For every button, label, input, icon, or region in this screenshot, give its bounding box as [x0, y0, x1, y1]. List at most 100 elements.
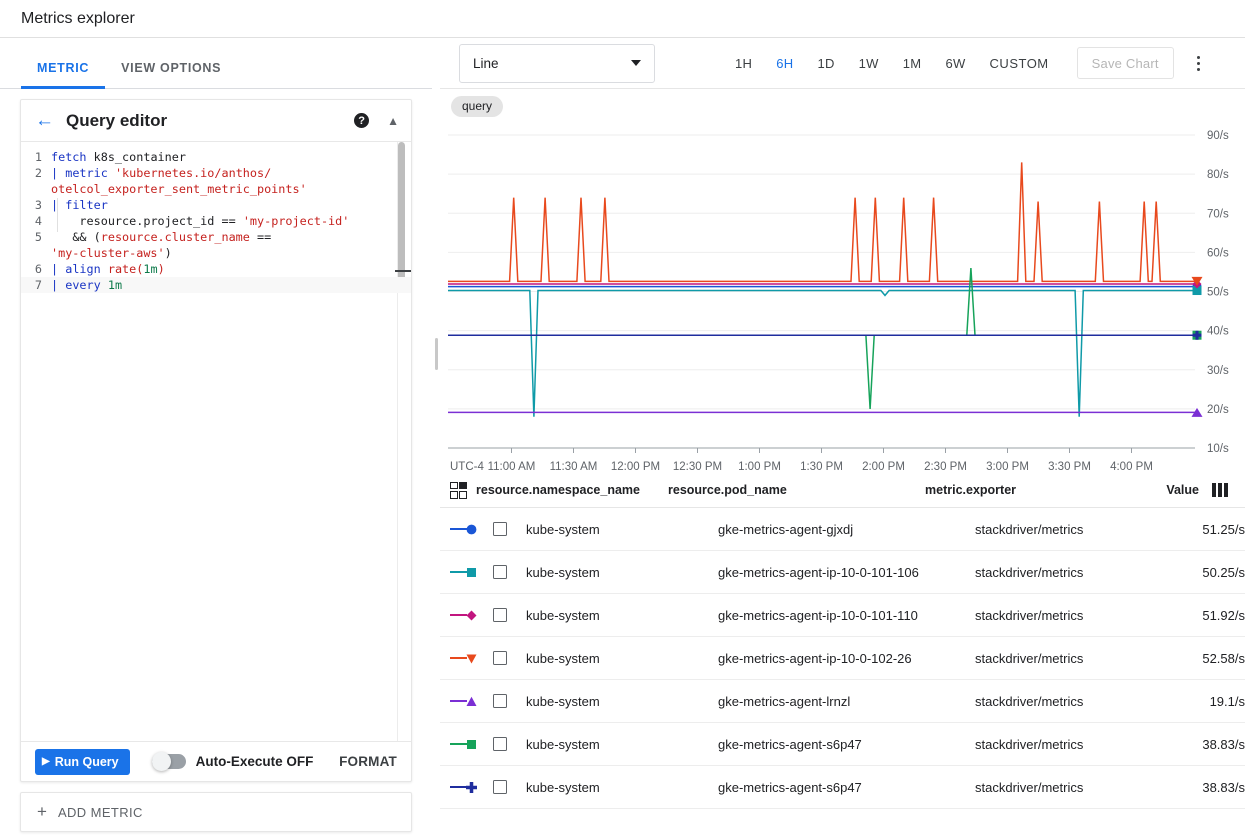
legend-line	[450, 699, 467, 703]
series-legend-swatch	[450, 524, 493, 535]
code-line: 6 | align rate(1m)	[21, 261, 411, 277]
query-chip-row: query	[440, 89, 1245, 123]
legend-line	[450, 613, 467, 617]
kebab-menu-icon[interactable]	[1190, 55, 1208, 71]
table-row[interactable]: kube-system gke-metrics-agent-ip-10-0-101…	[440, 551, 1245, 594]
tab-view-options[interactable]: VIEW OPTIONS	[105, 61, 237, 88]
table-header-value[interactable]: Value	[1089, 483, 1199, 497]
table-row[interactable]: kube-system gke-metrics-agent-s6p47 stackd…	[440, 723, 1245, 766]
run-bar: ▶ Run Query Auto-Execute OFF FORMAT	[21, 741, 411, 781]
row-checkbox[interactable]	[493, 651, 507, 665]
table-row[interactable]: kube-system gke-metrics-agent-lrnzl stackd…	[440, 680, 1245, 723]
query-code-editor[interactable]: 1 fetch k8s_container 2 | metric 'kubern…	[21, 141, 411, 741]
table-cell-exporter: stackdriver/metrics	[975, 693, 1084, 709]
series-legend-swatch	[450, 696, 493, 707]
chevron-up-icon[interactable]: ▲	[387, 114, 399, 128]
legend-line	[450, 785, 467, 789]
legend-line	[450, 656, 467, 660]
legend-line	[450, 570, 467, 574]
panel-divider[interactable]	[432, 38, 440, 838]
series-line	[448, 289, 1195, 417]
row-checkbox[interactable]	[493, 694, 507, 708]
y-axis-tick-label: 80/s	[1207, 169, 1229, 181]
table-cell-exporter: stackdriver/metrics	[975, 779, 1084, 795]
arrow-left-icon[interactable]: ←	[35, 111, 54, 130]
line-number: 6	[34, 262, 42, 276]
y-axis-tick-label: 90/s	[1207, 130, 1229, 142]
row-checkbox[interactable]	[493, 737, 507, 751]
main-split: METRIC VIEW OPTIONS ← Query editor ? ▲ 1…	[0, 38, 1245, 838]
table-cell-namespace: kube-system	[526, 607, 600, 623]
table-header-exporter[interactable]: metric.exporter	[925, 483, 1089, 497]
range-1m[interactable]: 1M	[891, 50, 934, 77]
table-cell-namespace: kube-system	[526, 736, 600, 752]
line-number: 7	[34, 278, 42, 292]
chevron-down-icon	[631, 60, 641, 66]
timezone-label: UTC-4	[450, 461, 484, 473]
table-cell-exporter: stackdriver/metrics	[975, 736, 1084, 752]
table-cell-pod: gke-metrics-agent-ip-10-0-102-26	[718, 650, 912, 666]
help-icon[interactable]: ?	[354, 113, 370, 128]
series-legend-swatch	[450, 781, 493, 793]
table-header-namespace[interactable]: resource.namespace_name	[476, 483, 668, 497]
code-text: fetch k8s_container	[51, 150, 186, 164]
run-query-button[interactable]: ▶ Run Query	[35, 748, 130, 775]
code-line: 1 fetch k8s_container	[21, 149, 411, 165]
row-checkbox[interactable]	[493, 565, 507, 579]
format-button[interactable]: FORMAT	[339, 754, 397, 769]
table-header-pod[interactable]: resource.pod_name	[668, 483, 925, 497]
legend-marker-square-icon	[467, 739, 476, 749]
value-bars-icon[interactable]	[1212, 483, 1235, 497]
code-text: resource.project_id == 'my-project-id'	[79, 214, 350, 228]
row-checkbox[interactable]	[493, 608, 507, 622]
auto-execute-toggle-group: Auto-Execute OFF	[151, 752, 313, 771]
save-chart-button[interactable]: Save Chart	[1076, 47, 1174, 79]
line-number: 2	[34, 166, 42, 180]
panel-resize-handle[interactable]	[435, 338, 438, 370]
range-1w[interactable]: 1W	[847, 50, 891, 77]
code-lines: 1 fetch k8s_container 2 | metric 'kubern…	[21, 142, 411, 293]
range-custom[interactable]: CUSTOM	[978, 50, 1061, 77]
range-1d[interactable]: 1D	[805, 50, 846, 77]
y-axis-tick-label: 20/s	[1207, 404, 1229, 416]
x-axis-tick-label: 3:30 PM	[1048, 461, 1091, 473]
line-number: 3	[34, 198, 42, 212]
metrics-chart[interactable]: 10/s 20/s 30/s 40/s 50/s 60/s 70/s 80/s 90/s UTC-…	[440, 123, 1245, 473]
table-cell-value: 51.92/s	[1202, 607, 1245, 623]
x-axis-tick-label: 2:30 PM	[924, 461, 967, 473]
table-cell-namespace: kube-system	[526, 693, 600, 709]
tab-metric-label: METRIC	[37, 61, 90, 75]
auto-execute-toggle[interactable]	[151, 752, 186, 771]
chart-toolbar: Line 1H 6H 1D 1W 1M 6W CUSTOM Save Chart	[440, 38, 1245, 89]
table-cell-value: 52.58/s	[1202, 650, 1245, 666]
range-6h[interactable]: 6H	[764, 50, 805, 77]
query-chip[interactable]: query	[451, 95, 504, 117]
chart-type-select[interactable]: Line	[459, 43, 655, 83]
table-cell-value: 38.83/s	[1202, 736, 1245, 752]
tab-metric[interactable]: METRIC	[21, 61, 106, 89]
x-axis-tick-label: 11:30 AM	[550, 461, 598, 473]
table-row[interactable]: kube-system gke-metrics-agent-ip-10-0-101…	[440, 594, 1245, 637]
code-line: 3 | filter	[21, 197, 411, 213]
legend-marker-plus-icon	[466, 781, 477, 793]
select-columns-icon[interactable]	[450, 481, 467, 499]
table-row[interactable]: kube-system gke-metrics-agent-gjxdj stackd…	[440, 508, 1245, 551]
table-cell-pod: gke-metrics-agent-gjxdj	[718, 521, 854, 537]
row-checkbox[interactable]	[493, 522, 507, 536]
table-cell-pod: gke-metrics-agent-s6p47	[718, 779, 862, 795]
chart-svg: 10/s 20/s 30/s 40/s 50/s 60/s 70/s 80/s 90/s UTC-…	[448, 130, 1229, 473]
range-6w[interactable]: 6W	[933, 50, 977, 77]
table-header-row: resource.namespace_name resource.pod_nam…	[440, 473, 1245, 508]
series-table: resource.namespace_name resource.pod_nam…	[440, 473, 1245, 814]
legend-marker-circle-icon	[466, 524, 477, 534]
code-text: | every 1m	[51, 278, 123, 292]
table-cell-exporter: stackdriver/metrics	[975, 607, 1084, 623]
range-1h[interactable]: 1H	[723, 50, 764, 77]
table-row[interactable]: kube-system gke-metrics-agent-s6p47 stackd…	[440, 766, 1245, 809]
plus-icon: +	[37, 802, 47, 821]
add-metric-button[interactable]: + ADD METRIC	[20, 792, 412, 832]
row-checkbox[interactable]	[493, 780, 507, 794]
table-row[interactable]	[440, 809, 1245, 814]
table-cell-pod: gke-metrics-agent-ip-10-0-101-110	[718, 607, 918, 623]
table-row[interactable]: kube-system gke-metrics-agent-ip-10-0-102…	[440, 637, 1245, 680]
